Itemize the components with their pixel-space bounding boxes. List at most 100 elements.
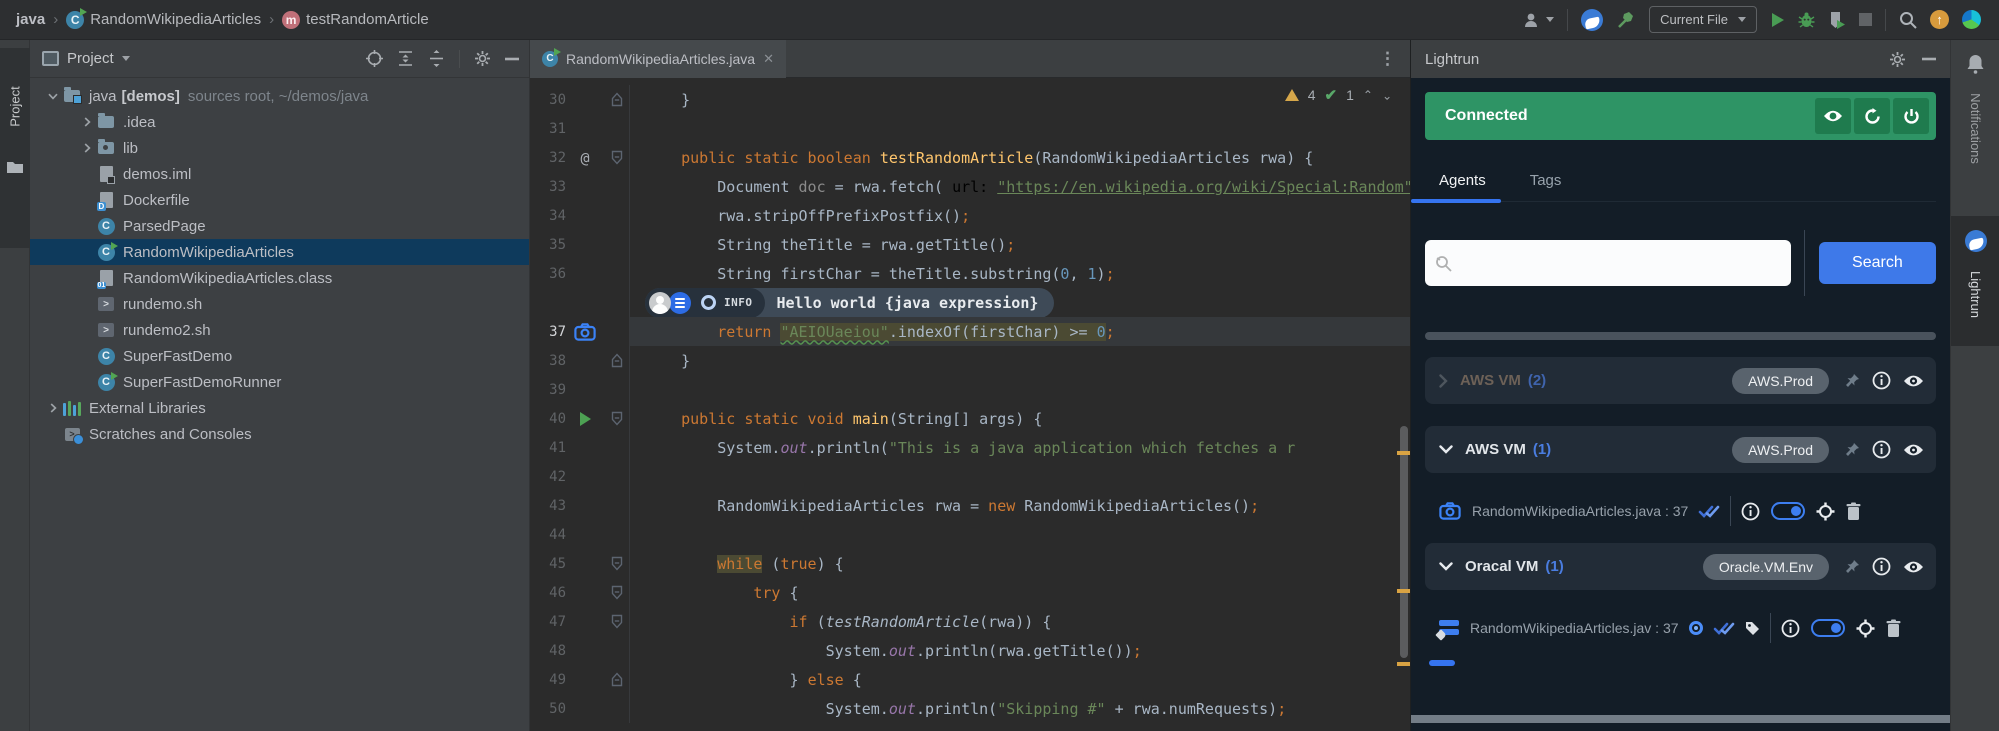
line-number[interactable]: 42 — [530, 469, 566, 485]
code-text[interactable]: Document doc = rwa.fetch( url: "https://… — [630, 172, 1410, 201]
chevron-right-icon[interactable] — [1439, 373, 1448, 388]
code-text[interactable]: String firstChar = theTitle.substring(0,… — [630, 259, 1410, 288]
chevron-down-icon[interactable]: ⌃ — [1382, 88, 1392, 102]
run-with-coverage-button[interactable] — [1828, 7, 1846, 33]
tree-item-rundemo-sh[interactable]: > rundemo.sh — [30, 291, 529, 317]
info-icon[interactable] — [1872, 440, 1891, 459]
editor-scrollbar[interactable] — [1400, 426, 1408, 658]
goto-source-icon[interactable] — [1816, 502, 1835, 521]
tree-item-lib[interactable]: lib — [30, 135, 529, 161]
eye-icon[interactable] — [1903, 374, 1924, 388]
line-number[interactable]: 49 — [530, 672, 566, 688]
fold-end-icon[interactable] — [604, 665, 630, 694]
fold-start-icon[interactable] — [604, 607, 630, 636]
line-number[interactable]: 34 — [530, 208, 566, 224]
info-icon[interactable] — [1872, 371, 1891, 390]
tree-item-java[interactable]: java [demos] sources root, ~/demos/java — [30, 83, 529, 109]
agent-row-oracal-vm[interactable]: Oracal VM (1) Oracle.VM.Env — [1425, 543, 1936, 590]
snapshot-camera-icon[interactable] — [566, 322, 604, 341]
tree-item--idea[interactable]: .idea — [30, 109, 529, 135]
code-text[interactable]: if (testRandomArticle (rwa)) { — [630, 607, 1410, 636]
tree-item-demos-iml[interactable]: demos.iml — [30, 161, 529, 187]
eye-icon[interactable] — [1903, 443, 1924, 457]
info-icon[interactable] — [1872, 557, 1891, 576]
code-text[interactable]: System. out .println("Skipping #" + rwa.nu… — [630, 694, 1410, 723]
code-text[interactable]: System. out .println("This is a java appli… — [630, 433, 1410, 462]
line-number[interactable]: 47 — [530, 614, 566, 630]
chevron-right-icon[interactable] — [78, 143, 96, 153]
tab-tags[interactable]: Tags — [1530, 172, 1562, 189]
code-text[interactable]: try { — [630, 578, 1410, 607]
search-input[interactable] — [1425, 240, 1791, 286]
fold-start-icon[interactable] — [604, 143, 630, 172]
action-row[interactable]: RandomWikipediaArticles.jav : 37 — [1425, 612, 1936, 644]
tree-item-dockerfile[interactable]: Dockerfile — [30, 187, 529, 213]
debug-button[interactable] — [1798, 7, 1815, 33]
trash-icon[interactable] — [1846, 502, 1861, 520]
fold-end-icon[interactable] — [604, 346, 630, 375]
line-number[interactable]: 38 — [530, 353, 566, 369]
update-button[interactable]: ↑ — [1930, 7, 1949, 33]
line-number[interactable]: 41 — [530, 440, 566, 456]
code-text[interactable]: rwa.stripOffPrefixPostfix(); — [630, 201, 1410, 230]
line-number[interactable]: 46 — [530, 585, 566, 601]
tree-item-parsedpage[interactable]: C ParsedPage — [30, 213, 529, 239]
stripe-mark[interactable] — [1397, 451, 1410, 455]
annotation-gutter-icon[interactable]: @ — [566, 149, 604, 167]
line-number[interactable]: 45 — [530, 556, 566, 572]
expand-all-icon[interactable] — [397, 50, 414, 67]
editor-tab[interactable]: C RandomWikipediaArticles.java ✕ — [530, 39, 786, 78]
line-number[interactable]: 48 — [530, 643, 566, 659]
lightrun-tool-button[interactable]: Lightrun — [1951, 216, 1999, 346]
locate-file-icon[interactable] — [366, 50, 383, 67]
chevron-down-icon[interactable] — [1439, 445, 1453, 454]
fold-start-icon[interactable] — [604, 578, 630, 607]
vcs-user-button[interactable] — [1523, 7, 1555, 33]
stop-button[interactable] — [1859, 7, 1872, 33]
code-text[interactable] — [630, 462, 1410, 491]
enable-toggle[interactable] — [1810, 619, 1845, 637]
project-panel-title[interactable]: Project — [42, 50, 130, 67]
line-number[interactable]: 35 — [530, 237, 566, 253]
goto-source-icon[interactable] — [1856, 619, 1875, 638]
mini-scroll-indicator[interactable] — [1429, 660, 1455, 666]
refresh-connection-button[interactable] — [1854, 98, 1890, 134]
code-text[interactable]: public static void main (String[] args) { — [630, 404, 1410, 433]
code-text[interactable] — [630, 520, 1410, 549]
tree-item-randomwikipediaarticles-class[interactable]: RandomWikipediaArticles.class — [30, 265, 529, 291]
tree-item-external-libraries[interactable]: External Libraries — [30, 395, 529, 421]
fold-start-icon[interactable] — [604, 404, 630, 433]
code-text[interactable]: RandomWikipediaArticles rwa = new Random… — [630, 491, 1410, 520]
hide-panel-icon[interactable] — [1922, 57, 1936, 61]
tree-item-superfastdemo[interactable]: C SuperFastDemo — [30, 343, 529, 369]
line-number[interactable]: 32 — [530, 150, 566, 166]
chevron-up-icon[interactable]: ⌃ — [1363, 88, 1373, 102]
eye-icon[interactable] — [1903, 560, 1924, 574]
line-number[interactable]: 43 — [530, 498, 566, 514]
line-number[interactable]: 40 — [530, 411, 566, 427]
line-number[interactable]: 39 — [530, 382, 566, 398]
disconnect-button[interactable] — [1893, 98, 1929, 134]
inspections-widget[interactable]: 4 ✔ 1 ⌃ ⌃ — [1284, 86, 1392, 104]
stripe-mark[interactable] — [1397, 589, 1410, 593]
gear-icon[interactable] — [1889, 51, 1906, 68]
code-text[interactable] — [630, 375, 1410, 404]
fold-end-icon[interactable] — [604, 85, 630, 114]
chevron-down-icon[interactable] — [44, 93, 62, 100]
agent-row-aws-vm[interactable]: AWS VM (2) AWS.Prod — [1425, 357, 1936, 404]
info-icon[interactable] — [1741, 502, 1760, 521]
breadcrumb-project[interactable]: java — [16, 11, 45, 28]
lightrun-toolbar-button[interactable] — [1581, 7, 1604, 33]
code-text[interactable]: } else { — [630, 665, 1410, 694]
code-text[interactable]: System. out .println(rwa.getTitle()); — [630, 636, 1410, 665]
run-configuration-select[interactable]: Current File — [1649, 6, 1757, 33]
breadcrumb-method[interactable]: testRandomArticle — [306, 11, 429, 28]
line-number[interactable]: 31 — [530, 121, 566, 137]
code-area[interactable]: 4 ✔ 1 ⌃ ⌃ 30 } 31 32 @ public static boolea… — [530, 78, 1410, 731]
search-everywhere-button[interactable] — [1899, 7, 1917, 33]
line-number[interactable]: 33 — [530, 179, 566, 195]
code-text[interactable]: return "AEIOUaeiou" .indexOf(firstChar) >… — [630, 317, 1410, 346]
chevron-right-icon[interactable] — [44, 403, 62, 413]
hide-panel-icon[interactable] — [505, 57, 519, 61]
info-icon[interactable] — [1781, 619, 1800, 638]
